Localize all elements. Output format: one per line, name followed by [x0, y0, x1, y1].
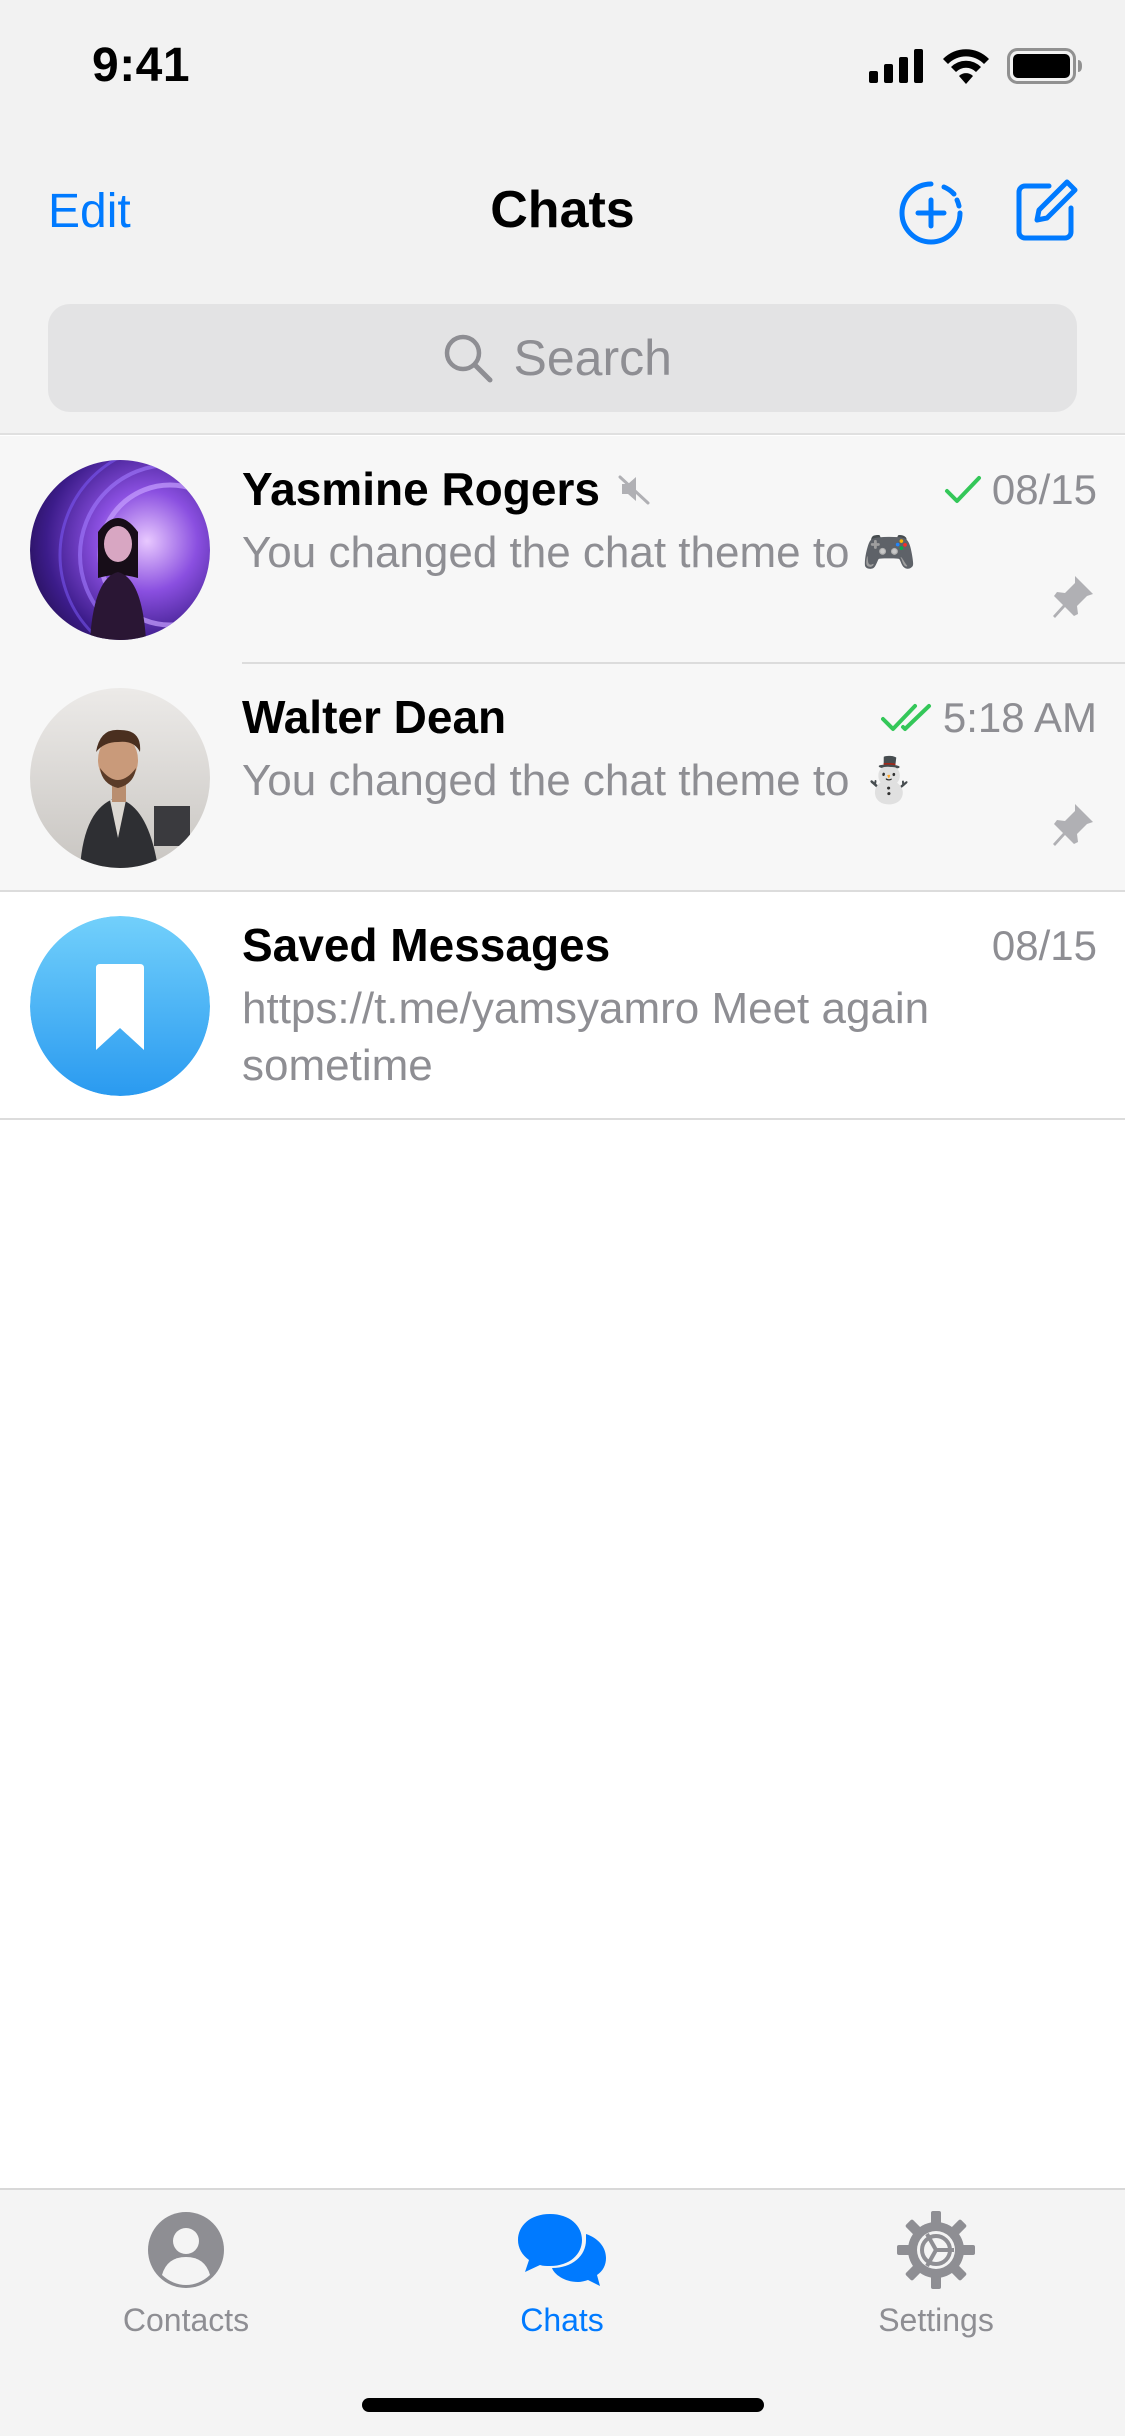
chat-row-yasmine-rogers[interactable]: Yasmine Rogers 08/15 You changed the cha… — [0, 436, 1125, 664]
new-story-button[interactable] — [898, 180, 964, 246]
sent-check-icon — [944, 476, 981, 503]
chat-name: Walter Dean — [242, 691, 507, 743]
row-separator — [0, 1118, 1125, 1120]
tab-chats[interactable]: Chats — [432, 2200, 692, 2339]
person-circle-icon — [56, 2200, 316, 2300]
chat-time: 08/15 — [991, 922, 1097, 969]
search-field[interactable] — [48, 304, 1077, 412]
search-bar — [0, 290, 1125, 435]
chat-message-preview: You changed the chat theme to ⛄ — [242, 756, 917, 805]
gear-icon — [806, 2200, 1066, 2300]
chat-time: 08/15 — [991, 466, 1097, 513]
compose-button[interactable] — [1013, 178, 1079, 244]
compose-icon — [1016, 179, 1078, 241]
chat-time-row: 08/15 — [992, 922, 1097, 970]
search-input[interactable] — [513, 329, 684, 387]
chat-message-preview: You changed the chat theme to 🎮 — [242, 528, 917, 577]
battery-icon — [1007, 48, 1082, 84]
chat-row-walter-dean[interactable]: Walter Dean 5:18 AM You changed the chat… — [0, 664, 1125, 892]
chat-bubbles-icon — [432, 2200, 692, 2300]
status-time: 9:41 — [92, 39, 191, 92]
navigation-bar: Edit Chats — [0, 140, 1125, 290]
chat-time-row: 5:18 AM — [880, 694, 1097, 742]
chat-time: 5:18 AM — [942, 694, 1097, 741]
chat-message-preview: https://t.me/yamsyamro Meet again someti… — [242, 984, 930, 1090]
pin-icon — [1051, 574, 1095, 627]
status-bar: 9:41 — [0, 0, 1125, 140]
wifi-icon — [943, 49, 989, 84]
read-double-check-icon — [880, 704, 931, 731]
saved-messages-avatar — [30, 916, 210, 1096]
tab-label: Chats — [520, 2302, 604, 2338]
chat-name: Yasmine Rogers — [242, 463, 600, 515]
avatar — [30, 688, 210, 868]
avatar — [30, 460, 210, 640]
add-circle-icon — [899, 181, 963, 245]
cellular-signal-icon — [869, 49, 923, 83]
tab-contacts[interactable]: Contacts — [56, 2200, 316, 2339]
chat-name-row: Saved Messages — [242, 918, 610, 972]
tab-settings[interactable]: Settings — [806, 2200, 1066, 2339]
chat-time-row: 08/15 — [944, 466, 1097, 514]
pin-icon — [1051, 802, 1095, 855]
chat-row-saved-messages[interactable]: Saved Messages 08/15 https://t.me/yamsya… — [0, 892, 1125, 1120]
search-icon — [444, 334, 492, 383]
home-indicator — [362, 2398, 764, 2412]
chat-name-row: Walter Dean — [242, 690, 506, 744]
tab-label: Settings — [878, 2302, 994, 2338]
status-icons — [869, 48, 1083, 84]
chat-name: Saved Messages — [242, 919, 611, 971]
muted-icon — [618, 475, 650, 505]
tab-label: Contacts — [122, 2302, 250, 2338]
chat-name-row: Yasmine Rogers — [242, 462, 652, 516]
